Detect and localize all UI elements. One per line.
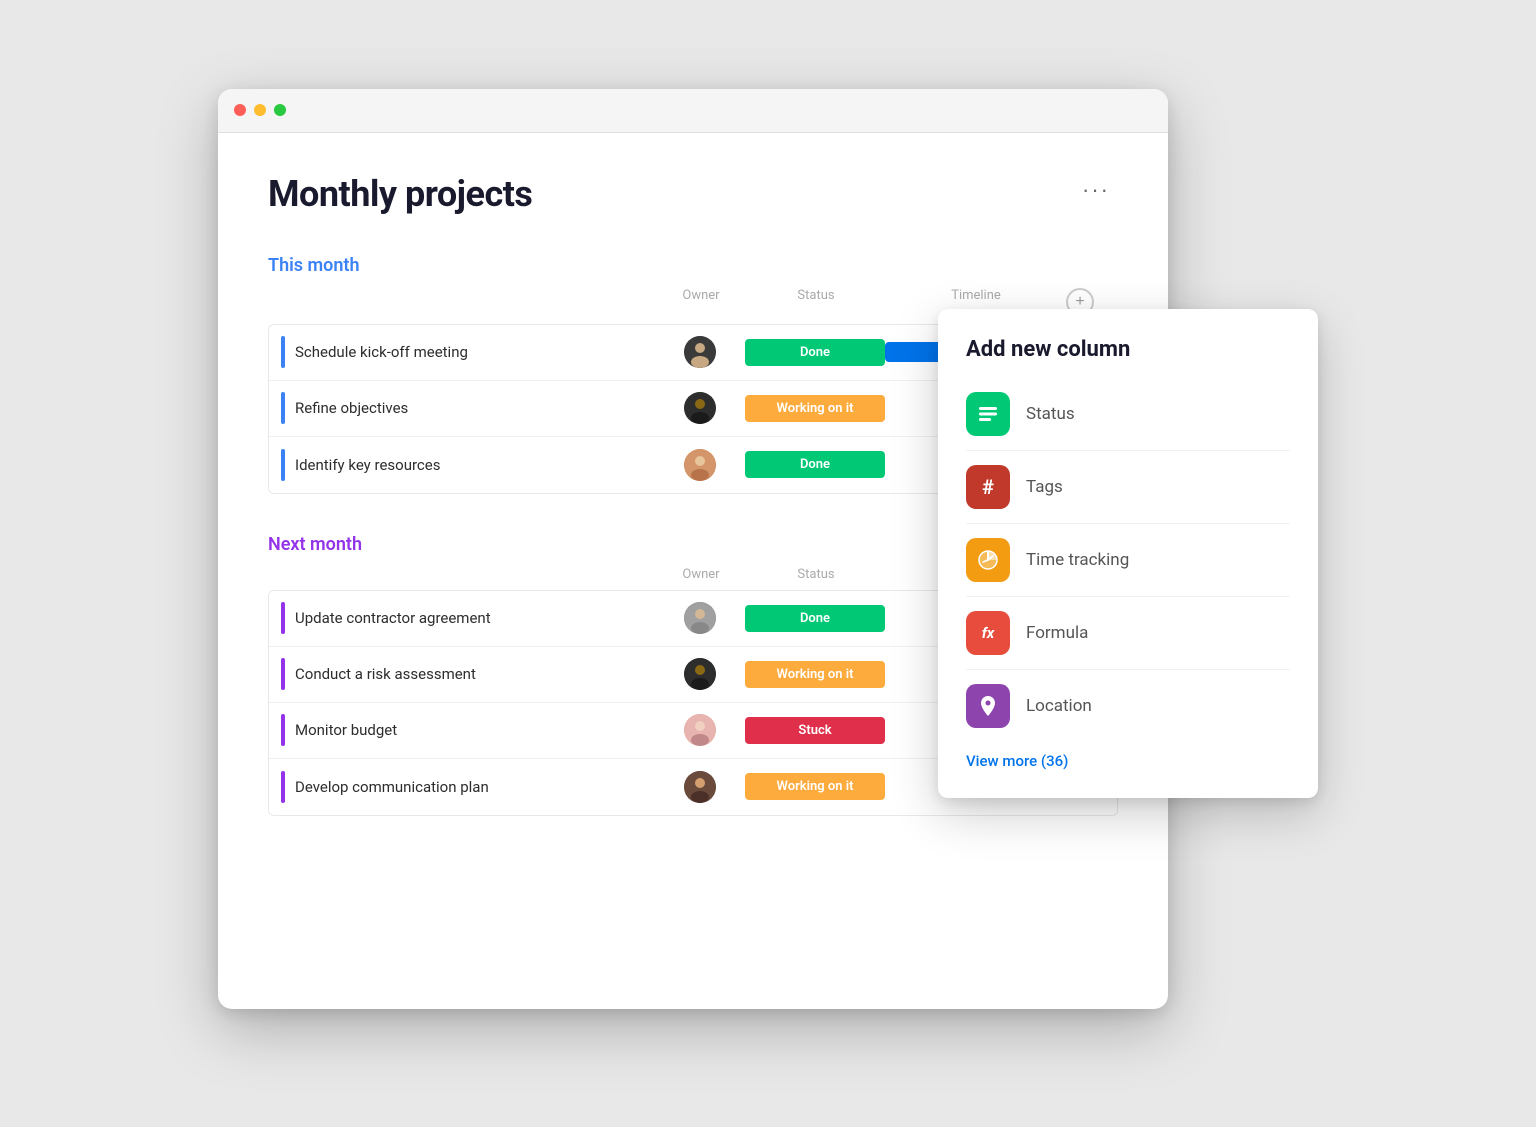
status-badge: Stuck: [745, 717, 885, 744]
tags-icon: #: [966, 465, 1010, 509]
owner-cell: [655, 771, 745, 803]
page-title: Monthly projects: [268, 173, 532, 215]
status-cell: Working on it: [745, 395, 885, 422]
avatar: [684, 392, 716, 424]
maximize-button[interactable]: [274, 104, 286, 116]
popup-item-location[interactable]: Location: [966, 674, 1290, 738]
more-options-button[interactable]: ···: [1074, 173, 1118, 207]
owner-cell: [655, 392, 745, 424]
row-indicator: [281, 449, 285, 481]
row-indicator: [281, 336, 285, 368]
scene: Monthly projects ··· This month Owner St…: [218, 89, 1318, 1039]
status-badge: Working on it: [745, 773, 885, 800]
popup-status-label: Status: [1026, 404, 1075, 424]
status-cell: Done: [745, 605, 885, 632]
status-badge: Done: [745, 339, 885, 366]
row-indicator: [281, 392, 285, 424]
status-cell: Working on it: [745, 773, 885, 800]
popup-item-time-tracking[interactable]: Time tracking: [966, 528, 1290, 592]
owner-cell: [655, 602, 745, 634]
status-badge: Done: [745, 605, 885, 632]
th-name: [280, 567, 656, 582]
owner-cell: [655, 658, 745, 690]
owner-cell: [655, 449, 745, 481]
task-name: Schedule kick-off meeting: [295, 343, 468, 361]
avatar: [684, 658, 716, 690]
row-name-cell: Identify key resources: [281, 449, 655, 481]
task-name: Develop communication plan: [295, 778, 489, 796]
avatar: [684, 771, 716, 803]
status-icon: [966, 392, 1010, 436]
row-name-cell: Update contractor agreement: [281, 602, 655, 634]
popup-location-label: Location: [1026, 696, 1092, 716]
avatar: [684, 336, 716, 368]
traffic-lights: [234, 104, 286, 116]
time-tracking-icon: [966, 538, 1010, 582]
page-header: Monthly projects ···: [268, 173, 1118, 215]
popup-item-formula[interactable]: fx Formula: [966, 601, 1290, 665]
status-badge: Working on it: [745, 661, 885, 688]
task-name: Identify key resources: [295, 456, 440, 474]
popup-item-tags[interactable]: # Tags: [966, 455, 1290, 519]
row-name-cell: Conduct a risk assessment: [281, 658, 655, 690]
status-cell: Done: [745, 451, 885, 478]
divider: [966, 450, 1290, 451]
task-name: Refine objectives: [295, 399, 408, 417]
avatar: [684, 449, 716, 481]
owner-cell: [655, 714, 745, 746]
close-button[interactable]: [234, 104, 246, 116]
status-cell: Done: [745, 339, 885, 366]
avatar: [684, 714, 716, 746]
popup-formula-label: Formula: [1026, 623, 1088, 643]
divider: [966, 669, 1290, 670]
popup-time-label: Time tracking: [1026, 550, 1129, 570]
row-indicator: [281, 714, 285, 746]
popup-title: Add new column: [966, 337, 1290, 362]
divider: [966, 523, 1290, 524]
location-icon: [966, 684, 1010, 728]
title-bar: [218, 89, 1168, 133]
task-name: Conduct a risk assessment: [295, 665, 476, 683]
popup-item-status[interactable]: Status: [966, 382, 1290, 446]
this-month-label: This month: [268, 255, 1118, 276]
status-badge: Working on it: [745, 395, 885, 422]
th-owner: Owner: [656, 567, 746, 582]
row-name-cell: Schedule kick-off meeting: [281, 336, 655, 368]
owner-cell: [655, 336, 745, 368]
status-badge: Done: [745, 451, 885, 478]
row-name-cell: Monitor budget: [281, 714, 655, 746]
minimize-button[interactable]: [254, 104, 266, 116]
row-indicator: [281, 602, 285, 634]
th-status: Status: [746, 288, 886, 316]
task-name: Update contractor agreement: [295, 609, 491, 627]
avatar: [684, 602, 716, 634]
task-name: Monitor budget: [295, 721, 397, 739]
row-name-cell: Refine objectives: [281, 392, 655, 424]
row-indicator: [281, 658, 285, 690]
th-name: [280, 288, 656, 316]
formula-icon: fx: [966, 611, 1010, 655]
divider: [966, 596, 1290, 597]
status-cell: Working on it: [745, 661, 885, 688]
view-more-link[interactable]: View more (36): [966, 752, 1290, 770]
th-status: Status: [746, 567, 886, 582]
th-owner: Owner: [656, 288, 746, 316]
status-cell: Stuck: [745, 717, 885, 744]
add-column-popup: Add new column Status # Tags: [938, 309, 1318, 798]
row-name-cell: Develop communication plan: [281, 771, 655, 803]
popup-tags-label: Tags: [1026, 477, 1063, 497]
row-indicator: [281, 771, 285, 803]
